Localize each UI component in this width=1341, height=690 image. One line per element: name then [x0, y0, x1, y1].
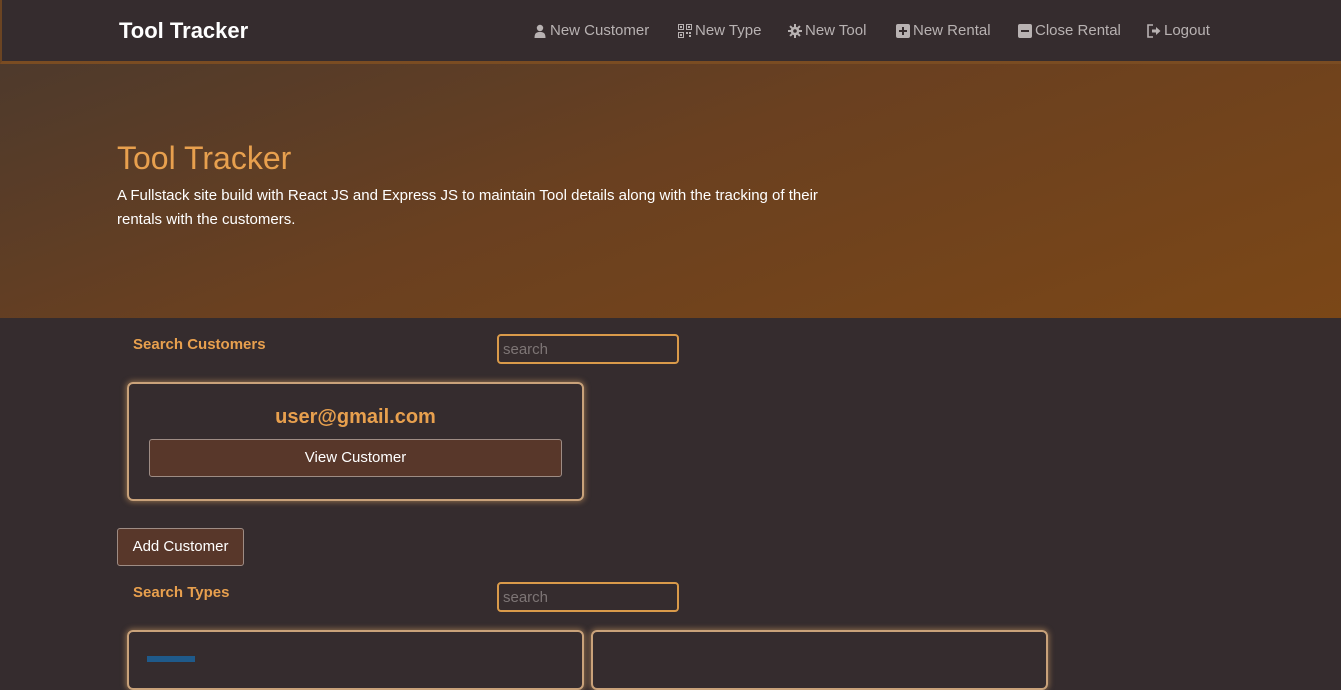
hero-description: A Fullstack site build with React JS and… [117, 187, 818, 228]
view-customer-button[interactable]: View Customer [149, 439, 562, 477]
nav-logout[interactable]: Logout [1147, 22, 1210, 39]
nav-new-rental[interactable]: New Rental [896, 22, 991, 39]
type-card-chip [147, 656, 195, 662]
nav-close-rental[interactable]: Close Rental [1018, 22, 1121, 39]
minus-square-icon [1018, 23, 1032, 38]
nav-label: New Tool [805, 22, 867, 39]
top-navbar: Tool Tracker New Customer New Type New T… [0, 0, 1341, 64]
hero-title: Tool Tracker [117, 140, 292, 176]
type-card [127, 630, 584, 690]
gear-icon [788, 23, 802, 38]
qrcode-icon [678, 23, 692, 38]
hero-banner: Tool Tracker A Fullstack site build with… [0, 64, 1341, 318]
search-customers-input[interactable] [497, 334, 679, 364]
nav-label: New Customer [550, 22, 650, 39]
customer-email: user@gmail.com [275, 406, 436, 428]
type-card [591, 630, 1048, 690]
nav-label: Close Rental [1035, 22, 1121, 39]
nav-new-customer[interactable]: New Customer [533, 22, 649, 39]
customer-card: user@gmail.com View Customer [127, 382, 584, 501]
user-icon [533, 24, 547, 38]
search-customers-label: Search Customers [133, 336, 266, 353]
nav-label: New Type [695, 22, 762, 39]
search-types-label: Search Types [133, 584, 230, 601]
plus-square-icon [896, 23, 910, 38]
nav-label: Logout [1164, 22, 1210, 39]
logout-icon [1147, 23, 1161, 38]
search-types-input[interactable] [497, 582, 679, 612]
add-customer-button[interactable]: Add Customer [117, 528, 244, 566]
nav-new-type[interactable]: New Type [678, 22, 761, 39]
nav-label: New Rental [913, 22, 991, 39]
nav-links: New Customer New Type New Tool New Renta… [2, 22, 1341, 42]
nav-new-tool[interactable]: New Tool [788, 22, 866, 39]
